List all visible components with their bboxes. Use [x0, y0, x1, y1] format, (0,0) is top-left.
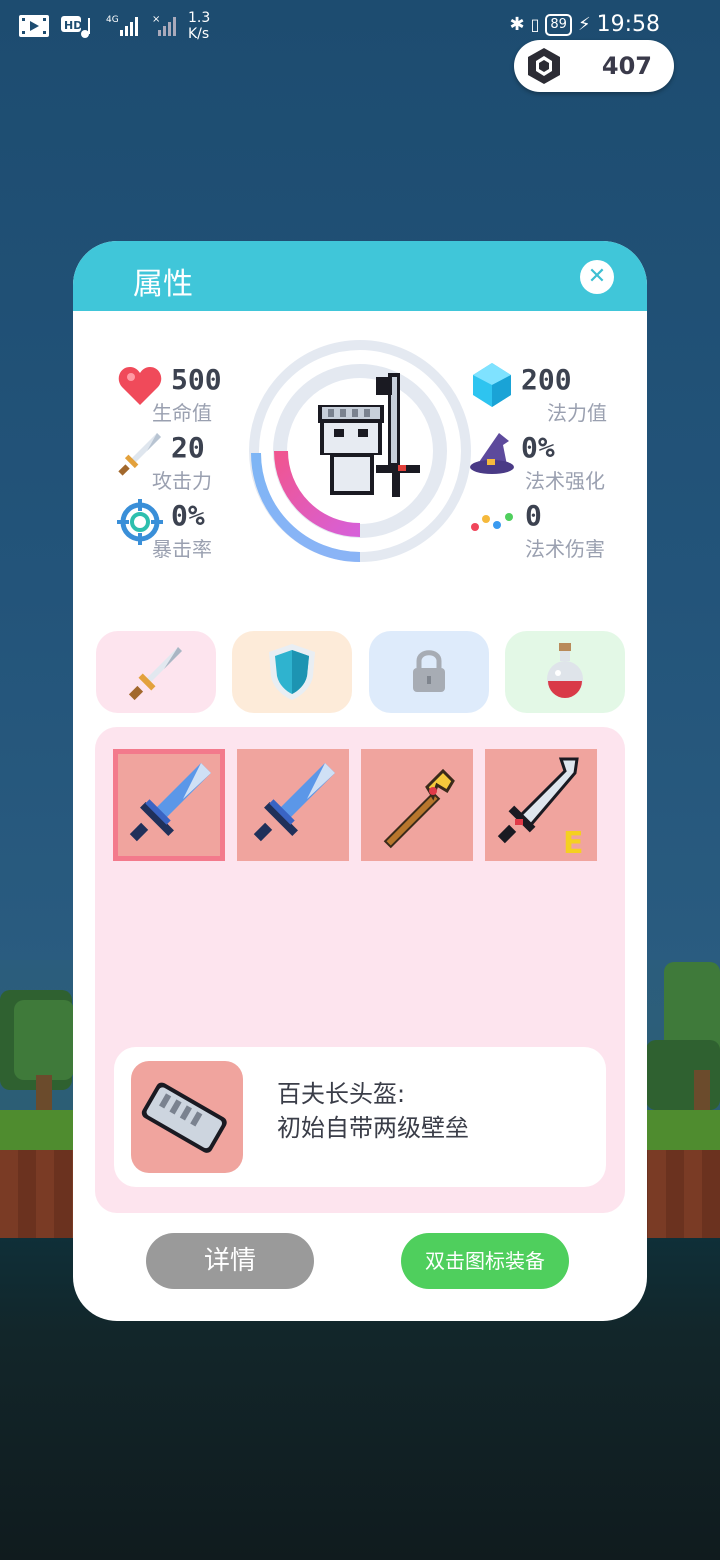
stat-label: 法术强化 [525, 469, 605, 493]
battery-indicator: 89 [545, 13, 572, 36]
inventory-slot[interactable] [361, 749, 473, 861]
equip-button[interactable]: 双击图标装备 [401, 1233, 569, 1289]
stat-value: 0% [171, 499, 205, 532]
tab-weapon[interactable] [96, 631, 216, 713]
tree [14, 1000, 74, 1080]
svg-text:HD: HD [64, 19, 82, 32]
dots-icon [471, 513, 513, 531]
network-speed: 1.3 K/s [188, 10, 210, 42]
panel-header: 属性 ✕ [73, 241, 647, 311]
signal-4g-icon: 4G [106, 15, 138, 36]
video-icon [19, 15, 49, 37]
detail-button[interactable]: 详情 [146, 1233, 314, 1289]
panel-title: 属性 [133, 267, 193, 302]
attributes-panel: 属性 ✕ 500 生命值 20 攻击力 0% 暴击率 200 法力值 0% 法术… [73, 241, 647, 1321]
charging-icon: ⚡ [577, 14, 591, 35]
stat-value: 200 [521, 363, 572, 396]
status-right: ✱ ▯ 89 ⚡ 19:58 [510, 12, 661, 37]
vibrate-icon: ▯ [530, 15, 540, 34]
item-info-card: 百夫长头盔: 初始自带两级壁垒 [114, 1047, 606, 1187]
hd-music-icon: HD [61, 16, 90, 38]
close-button[interactable]: ✕ [580, 260, 614, 294]
crystal-icon [473, 363, 511, 407]
inventory-slot[interactable] [237, 749, 349, 861]
wizard-hat-icon [470, 433, 514, 474]
speed-value: 1.3 [188, 10, 211, 26]
gem-icon [528, 48, 560, 84]
stat-label: 生命值 [152, 401, 212, 425]
sword-icon [128, 647, 182, 701]
tab-potion[interactable] [505, 631, 625, 713]
stat-label: 暴击率 [152, 537, 212, 561]
potion-icon [547, 643, 583, 698]
stat-value: 0% [521, 431, 555, 464]
inventory-slot[interactable]: E [485, 749, 597, 861]
stat-label: 法术伤害 [525, 537, 605, 561]
broken-blade-icon: E [497, 757, 584, 861]
golden-staff-icon [383, 768, 455, 849]
inventory-panel: E 百夫长头盔: 初始自带两级壁垒 [95, 727, 625, 1213]
svg-text:4G: 4G [106, 15, 119, 25]
svg-text:×: × [152, 14, 160, 25]
stat-label: 法力值 [547, 401, 607, 425]
gem-count: 407 [601, 52, 652, 80]
tree-trunk [694, 1070, 710, 1114]
blue-sword-icon [129, 763, 211, 842]
inventory-slot[interactable] [113, 749, 225, 861]
item-description: 百夫长头盔: 初始自带两级壁垒 [277, 1077, 469, 1145]
stat-label: 攻击力 [152, 469, 212, 493]
item-info-icon [131, 1061, 243, 1173]
gem-counter[interactable]: 407 [514, 40, 674, 92]
helmet-icon [141, 1082, 227, 1153]
stat-value: 20 [171, 431, 205, 464]
blue-sword-icon [253, 763, 335, 842]
equipped-badge: E [563, 826, 584, 861]
tree-trunk [36, 1075, 52, 1115]
stat-value: 500 [171, 363, 222, 396]
speed-unit: K/s [188, 26, 210, 42]
item-effect: 初始自带两级壁垒 [277, 1114, 469, 1142]
signal-no-sim-icon: × [152, 14, 176, 36]
tab-locked[interactable] [369, 631, 489, 713]
stats-ring [249, 340, 471, 562]
shield-icon [269, 644, 315, 700]
bluetooth-icon: ✱ [509, 14, 525, 35]
status-left: HD 4G × 1.3 K/s [18, 10, 210, 42]
lock-icon [413, 650, 445, 692]
clock: 19:58 [596, 12, 660, 37]
tab-armor[interactable] [232, 631, 352, 713]
stat-value: 0 [525, 499, 542, 532]
item-name: 百夫长头盔: [277, 1080, 406, 1108]
